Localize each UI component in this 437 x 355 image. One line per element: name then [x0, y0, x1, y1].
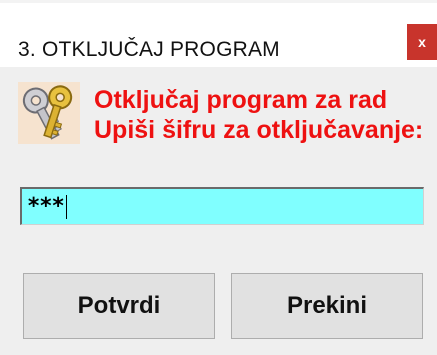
close-icon: x [418, 34, 426, 50]
password-value: *** [27, 193, 65, 219]
window-title: 3. OTKLJUČAJ PROGRAM [18, 38, 280, 61]
unlock-message-title: Otključaj program za rad [94, 86, 388, 114]
confirm-button-label: Potvrdi [77, 292, 161, 319]
close-button[interactable]: x [407, 24, 437, 60]
unlock-message-prompt: Upiši šifru za otključavanje: [94, 116, 424, 144]
cancel-button[interactable]: Prekini [231, 273, 423, 339]
keys-icon [18, 82, 80, 144]
text-caret [65, 194, 67, 219]
password-field[interactable]: *** [20, 187, 424, 225]
unlock-dialog: 3. OTKLJUČAJ PROGRAM x Otključaj program… [0, 0, 437, 355]
confirm-button[interactable]: Potvrdi [23, 273, 215, 339]
title-bar[interactable]: 3. OTKLJUČAJ PROGRAM [0, 3, 437, 67]
cancel-button-label: Prekini [286, 292, 368, 319]
